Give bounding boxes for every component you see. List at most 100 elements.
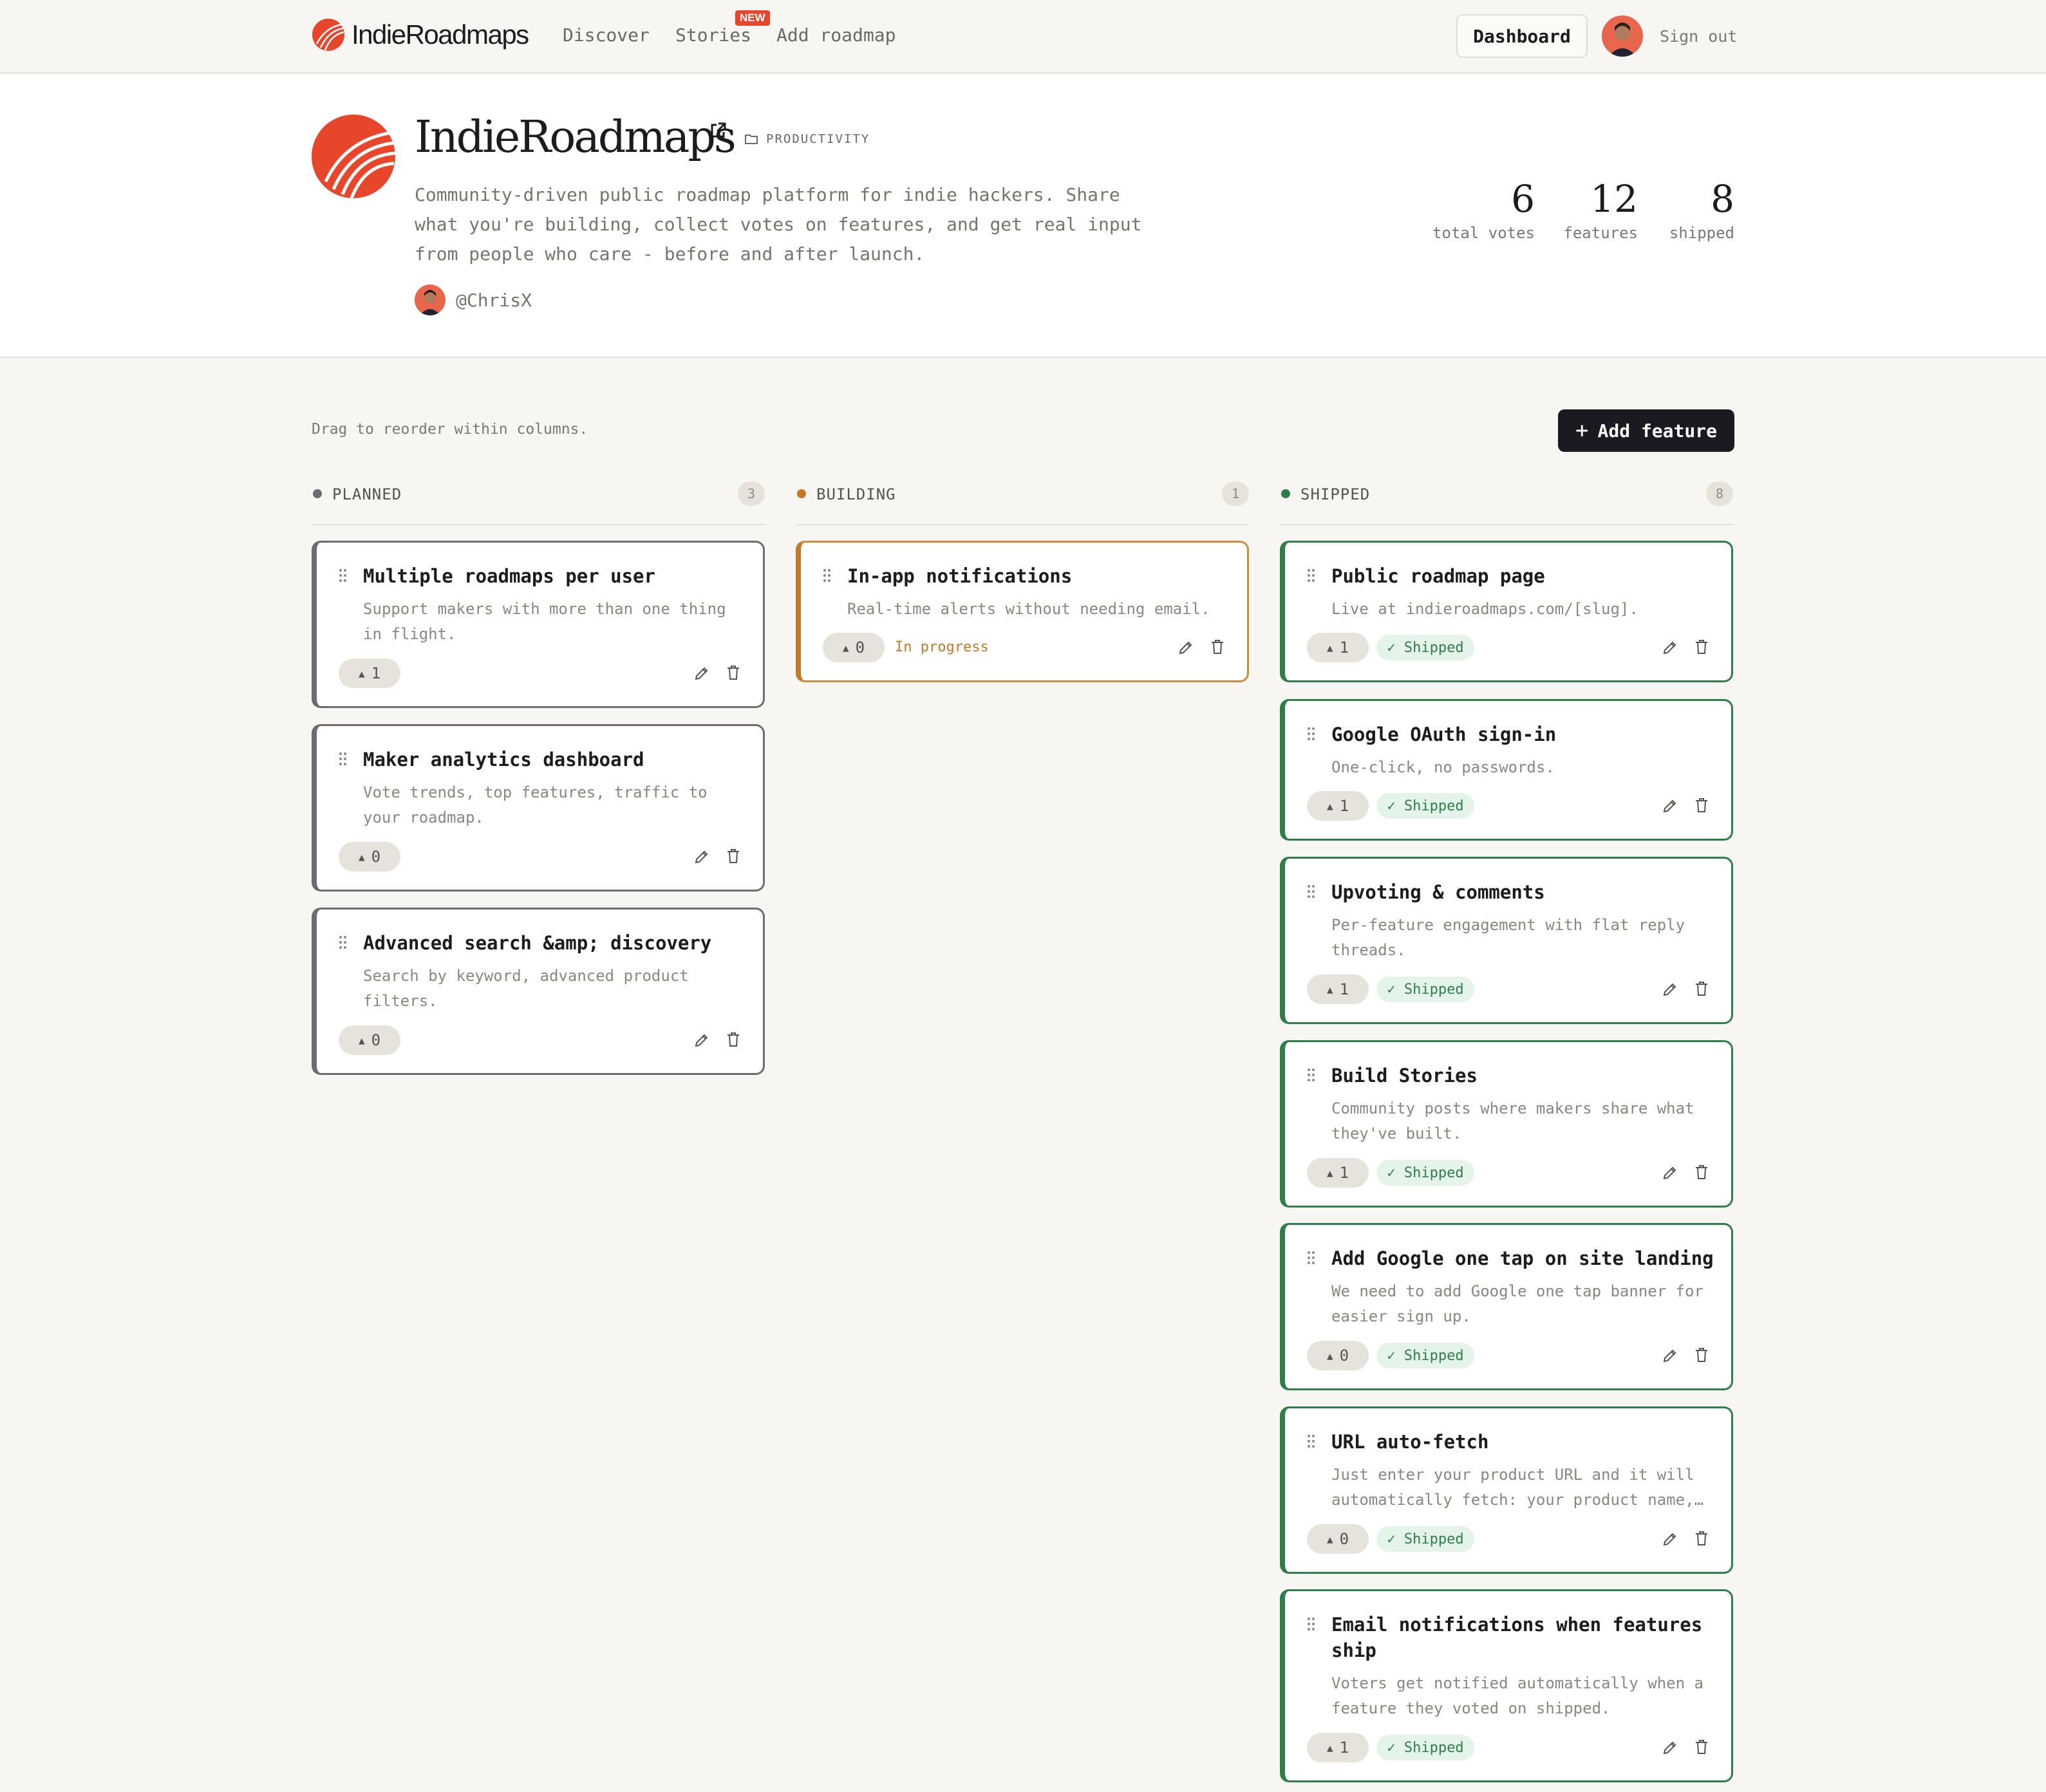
upvote-button[interactable]: ▲ 1 — [1307, 975, 1369, 1004]
grip-icon[interactable] — [1307, 884, 1316, 899]
edit-icon[interactable] — [1662, 639, 1678, 656]
owner-avatar[interactable] — [415, 285, 446, 315]
trash-icon[interactable] — [726, 664, 741, 681]
grip-icon[interactable] — [1307, 1617, 1316, 1631]
trash-icon[interactable] — [1694, 980, 1709, 997]
upvote-icon: ▲ — [1326, 1533, 1333, 1545]
upvote-button[interactable]: ▲ 0 — [339, 1025, 400, 1055]
avatar[interactable] — [1602, 15, 1643, 57]
feature-card[interactable]: Build Stories Community posts where maker… — [1280, 1040, 1733, 1208]
edit-icon[interactable] — [1178, 639, 1194, 656]
feature-description: Just enter your product URL and it will … — [1331, 1466, 1703, 1509]
feature-card[interactable]: Upvoting & comments Per-feature engagemen… — [1280, 857, 1733, 1024]
edit-icon[interactable] — [693, 1032, 710, 1049]
stat-label: features — [1563, 224, 1638, 242]
edit-icon[interactable] — [693, 665, 710, 682]
trash-icon[interactable] — [1694, 797, 1709, 814]
edit-icon[interactable] — [693, 848, 710, 865]
trash-icon[interactable] — [726, 1031, 741, 1048]
grip-icon[interactable] — [823, 568, 832, 583]
trash-icon[interactable] — [1694, 1530, 1709, 1547]
edit-icon[interactable] — [1662, 1347, 1678, 1364]
logo-icon — [312, 19, 344, 51]
vote-count: 0 — [855, 639, 865, 657]
stat-total-votes: 6 total votes — [1432, 176, 1535, 242]
edit-icon[interactable] — [1662, 1531, 1678, 1547]
upvote-button[interactable]: ▲ 0 — [1307, 1524, 1369, 1554]
column-header-shipped: SHIPPED 8 — [1280, 480, 1733, 525]
upvote-icon: ▲ — [1326, 641, 1333, 654]
upvote-button[interactable]: ▲ 0 — [339, 842, 400, 872]
upvote-icon: ▲ — [358, 667, 365, 680]
product-description: Community-driven public roadmap platform… — [415, 184, 1142, 265]
feature-description: Per-feature engagement with flat reply t… — [1331, 916, 1685, 959]
status-dot — [313, 489, 322, 498]
stat-value: 6 — [1511, 177, 1535, 221]
status-badge: ✓ Shipped — [1376, 1160, 1474, 1186]
upvote-button[interactable]: ▲ 1 — [1307, 1158, 1369, 1188]
column-title: BUILDING — [816, 485, 896, 503]
grip-icon[interactable] — [1307, 568, 1316, 583]
upvote-button[interactable]: ▲ 1 — [339, 658, 400, 688]
nav-link-add-roadmap[interactable]: Add roadmap — [776, 24, 896, 46]
grip-icon[interactable] — [339, 568, 348, 583]
trash-icon[interactable] — [1694, 1739, 1709, 1755]
nav-link-discover[interactable]: Discover — [563, 24, 650, 46]
upvote-button[interactable]: ▲ 1 — [1307, 791, 1369, 821]
trash-icon[interactable] — [1694, 1347, 1709, 1363]
grip-icon[interactable] — [339, 752, 348, 766]
upvote-button[interactable]: ▲ 0 — [823, 633, 885, 662]
category-tag[interactable]: PRODUCTIVITY — [766, 132, 870, 146]
edit-icon[interactable] — [1662, 798, 1678, 814]
upvote-button[interactable]: ▲ 0 — [1307, 1341, 1369, 1370]
edit-icon[interactable] — [1662, 1164, 1678, 1181]
column-header-planned: PLANNED 3 — [312, 480, 765, 525]
upvote-icon: ▲ — [1326, 799, 1333, 812]
trash-icon[interactable] — [1694, 1164, 1709, 1181]
sign-out-link[interactable]: Sign out — [1660, 27, 1737, 46]
feature-card[interactable]: Add Google one tap on site landing We nee… — [1280, 1223, 1733, 1390]
plus-icon: + — [1575, 418, 1589, 443]
feature-card[interactable]: Google OAuth sign-in One-click, no passwo… — [1280, 699, 1733, 841]
external-link-icon[interactable] — [708, 121, 727, 140]
grip-icon[interactable] — [1307, 727, 1316, 741]
trash-icon[interactable] — [726, 848, 741, 864]
feature-card[interactable]: In-app notifications Real-time alerts wit… — [796, 541, 1249, 682]
add-feature-label: Add feature — [1597, 420, 1717, 442]
feature-description: Search by keyword, advanced product filt… — [363, 967, 689, 1010]
grip-icon[interactable] — [1307, 1434, 1316, 1448]
feature-card[interactable]: Public roadmap page Live at indieroadmaps… — [1280, 541, 1733, 682]
vote-count: 1 — [1339, 639, 1349, 657]
edit-icon[interactable] — [1662, 1739, 1678, 1756]
feature-card[interactable]: URL auto-fetch Just enter your product UR… — [1280, 1406, 1733, 1574]
new-badge: NEW — [735, 10, 770, 26]
stat-label: total votes — [1432, 224, 1535, 242]
grip-icon[interactable] — [1307, 1068, 1316, 1082]
vote-count: 1 — [1339, 1739, 1349, 1757]
column-count-badge: 1 — [1222, 481, 1249, 506]
feature-description: We need to add Google one tap banner for… — [1331, 1282, 1703, 1325]
feature-card[interactable]: Email notifications when features ship Vo… — [1280, 1589, 1733, 1782]
feature-card[interactable]: Maker analytics dashboard Vote trends, to… — [312, 724, 765, 891]
stat-value: 12 — [1590, 177, 1638, 221]
nav-link-stories[interactable]: Stories — [675, 24, 751, 46]
feature-card[interactable]: Multiple roadmaps per user Support makers… — [312, 541, 765, 708]
grip-icon[interactable] — [339, 935, 348, 949]
product-title: IndieRoadmaps — [415, 112, 737, 163]
dashboard-button[interactable]: Dashboard — [1456, 14, 1588, 58]
feature-title: Advanced search &amp; discovery — [363, 932, 712, 954]
upvote-button[interactable]: ▲ 1 — [1307, 633, 1369, 662]
grip-icon[interactable] — [1307, 1251, 1316, 1265]
feature-card[interactable]: Advanced search &amp; discovery Search by… — [312, 908, 765, 1075]
owner-handle[interactable]: @ChrisX — [456, 290, 532, 311]
feature-description: One-click, no passwords. — [1331, 758, 1555, 776]
upvote-button[interactable]: ▲ 1 — [1307, 1733, 1369, 1762]
add-feature-button[interactable]: + Add feature — [1558, 409, 1734, 452]
brand-logo-link[interactable]: IndieRoadmaps — [312, 18, 529, 51]
stat-features: 12 features — [1563, 176, 1638, 242]
status-badge: ✓ Shipped — [1376, 976, 1474, 1002]
edit-icon[interactable] — [1662, 981, 1678, 998]
column-count-badge: 8 — [1706, 481, 1733, 506]
trash-icon[interactable] — [1210, 639, 1225, 655]
trash-icon[interactable] — [1694, 639, 1709, 655]
